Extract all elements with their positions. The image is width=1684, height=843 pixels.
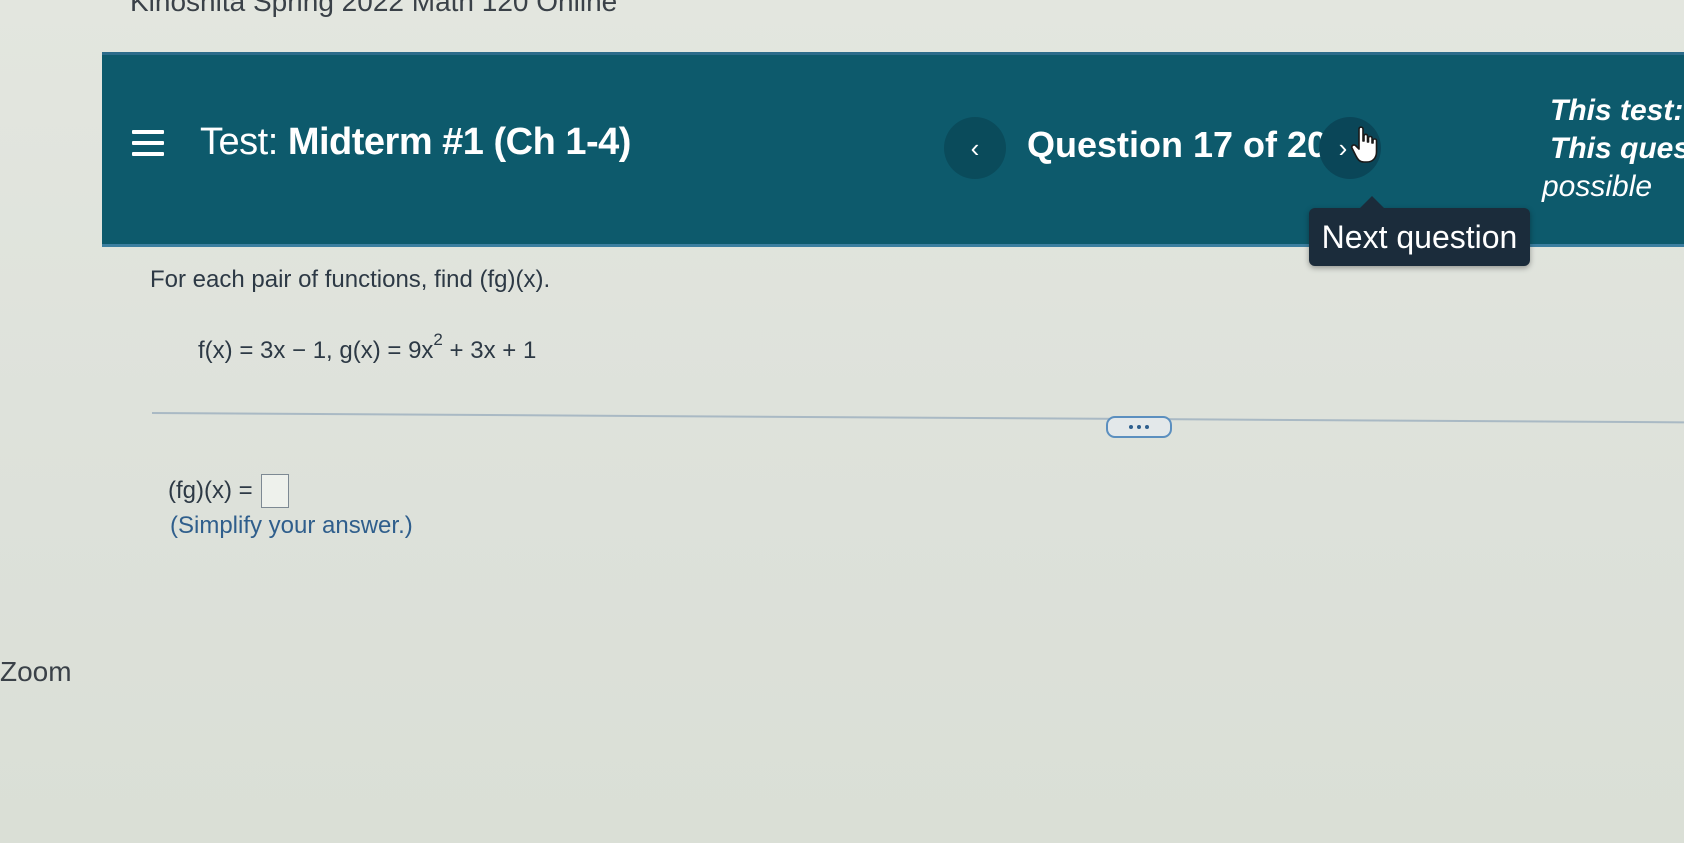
next-question-tooltip: Next question [1309,196,1530,266]
zoom-label[interactable]: Zoom [0,656,72,688]
test-title-name: Midterm #1 (Ch 1-4) [287,121,632,163]
hand-pointer-icon [1350,126,1378,163]
ellipsis-icon [1129,425,1133,429]
answer-input-box[interactable] [260,474,289,508]
course-title: Kinoshita Spring 2022 Math 120 Online [130,0,618,17]
previous-question-button[interactable]: ‹ [944,117,1006,179]
test-title-prefix: Test: [200,121,278,163]
test-info-line: This test: [1550,94,1684,127]
ellipsis-dot [1137,425,1141,429]
test-info-panel: This test: This ques possible [1542,92,1684,206]
expand-more-button[interactable] [1106,416,1172,438]
chevron-left-icon: ‹ [970,132,980,163]
answer-label: (fg)(x) = [168,477,253,504]
hamburger-menu-icon[interactable] [132,130,164,158]
chevron-right-icon: › [1338,132,1348,163]
test-title: Test: Midterm #1 (Ch 1-4) [200,121,631,164]
question-prompt: For each pair of functions, find (fg)(x)… [150,266,551,293]
points-info-line: possible [1542,170,1653,203]
equation-part-1: f(x) = 3x − 1, g(x) = 9x [198,337,434,364]
question-info-line: This ques [1550,132,1684,165]
answer-row: (fg)(x) = [168,474,289,508]
function-definitions: f(x) = 3x − 1, g(x) = 9x2 + 3x + 1 [198,330,537,365]
answer-hint: (Simplify your answer.) [170,512,413,539]
equation-exponent: 2 [433,330,443,349]
equation-part-2: + 3x + 1 [442,337,537,364]
ellipsis-dot [1145,425,1149,429]
question-counter: Question 17 of 20 [1027,124,1328,165]
